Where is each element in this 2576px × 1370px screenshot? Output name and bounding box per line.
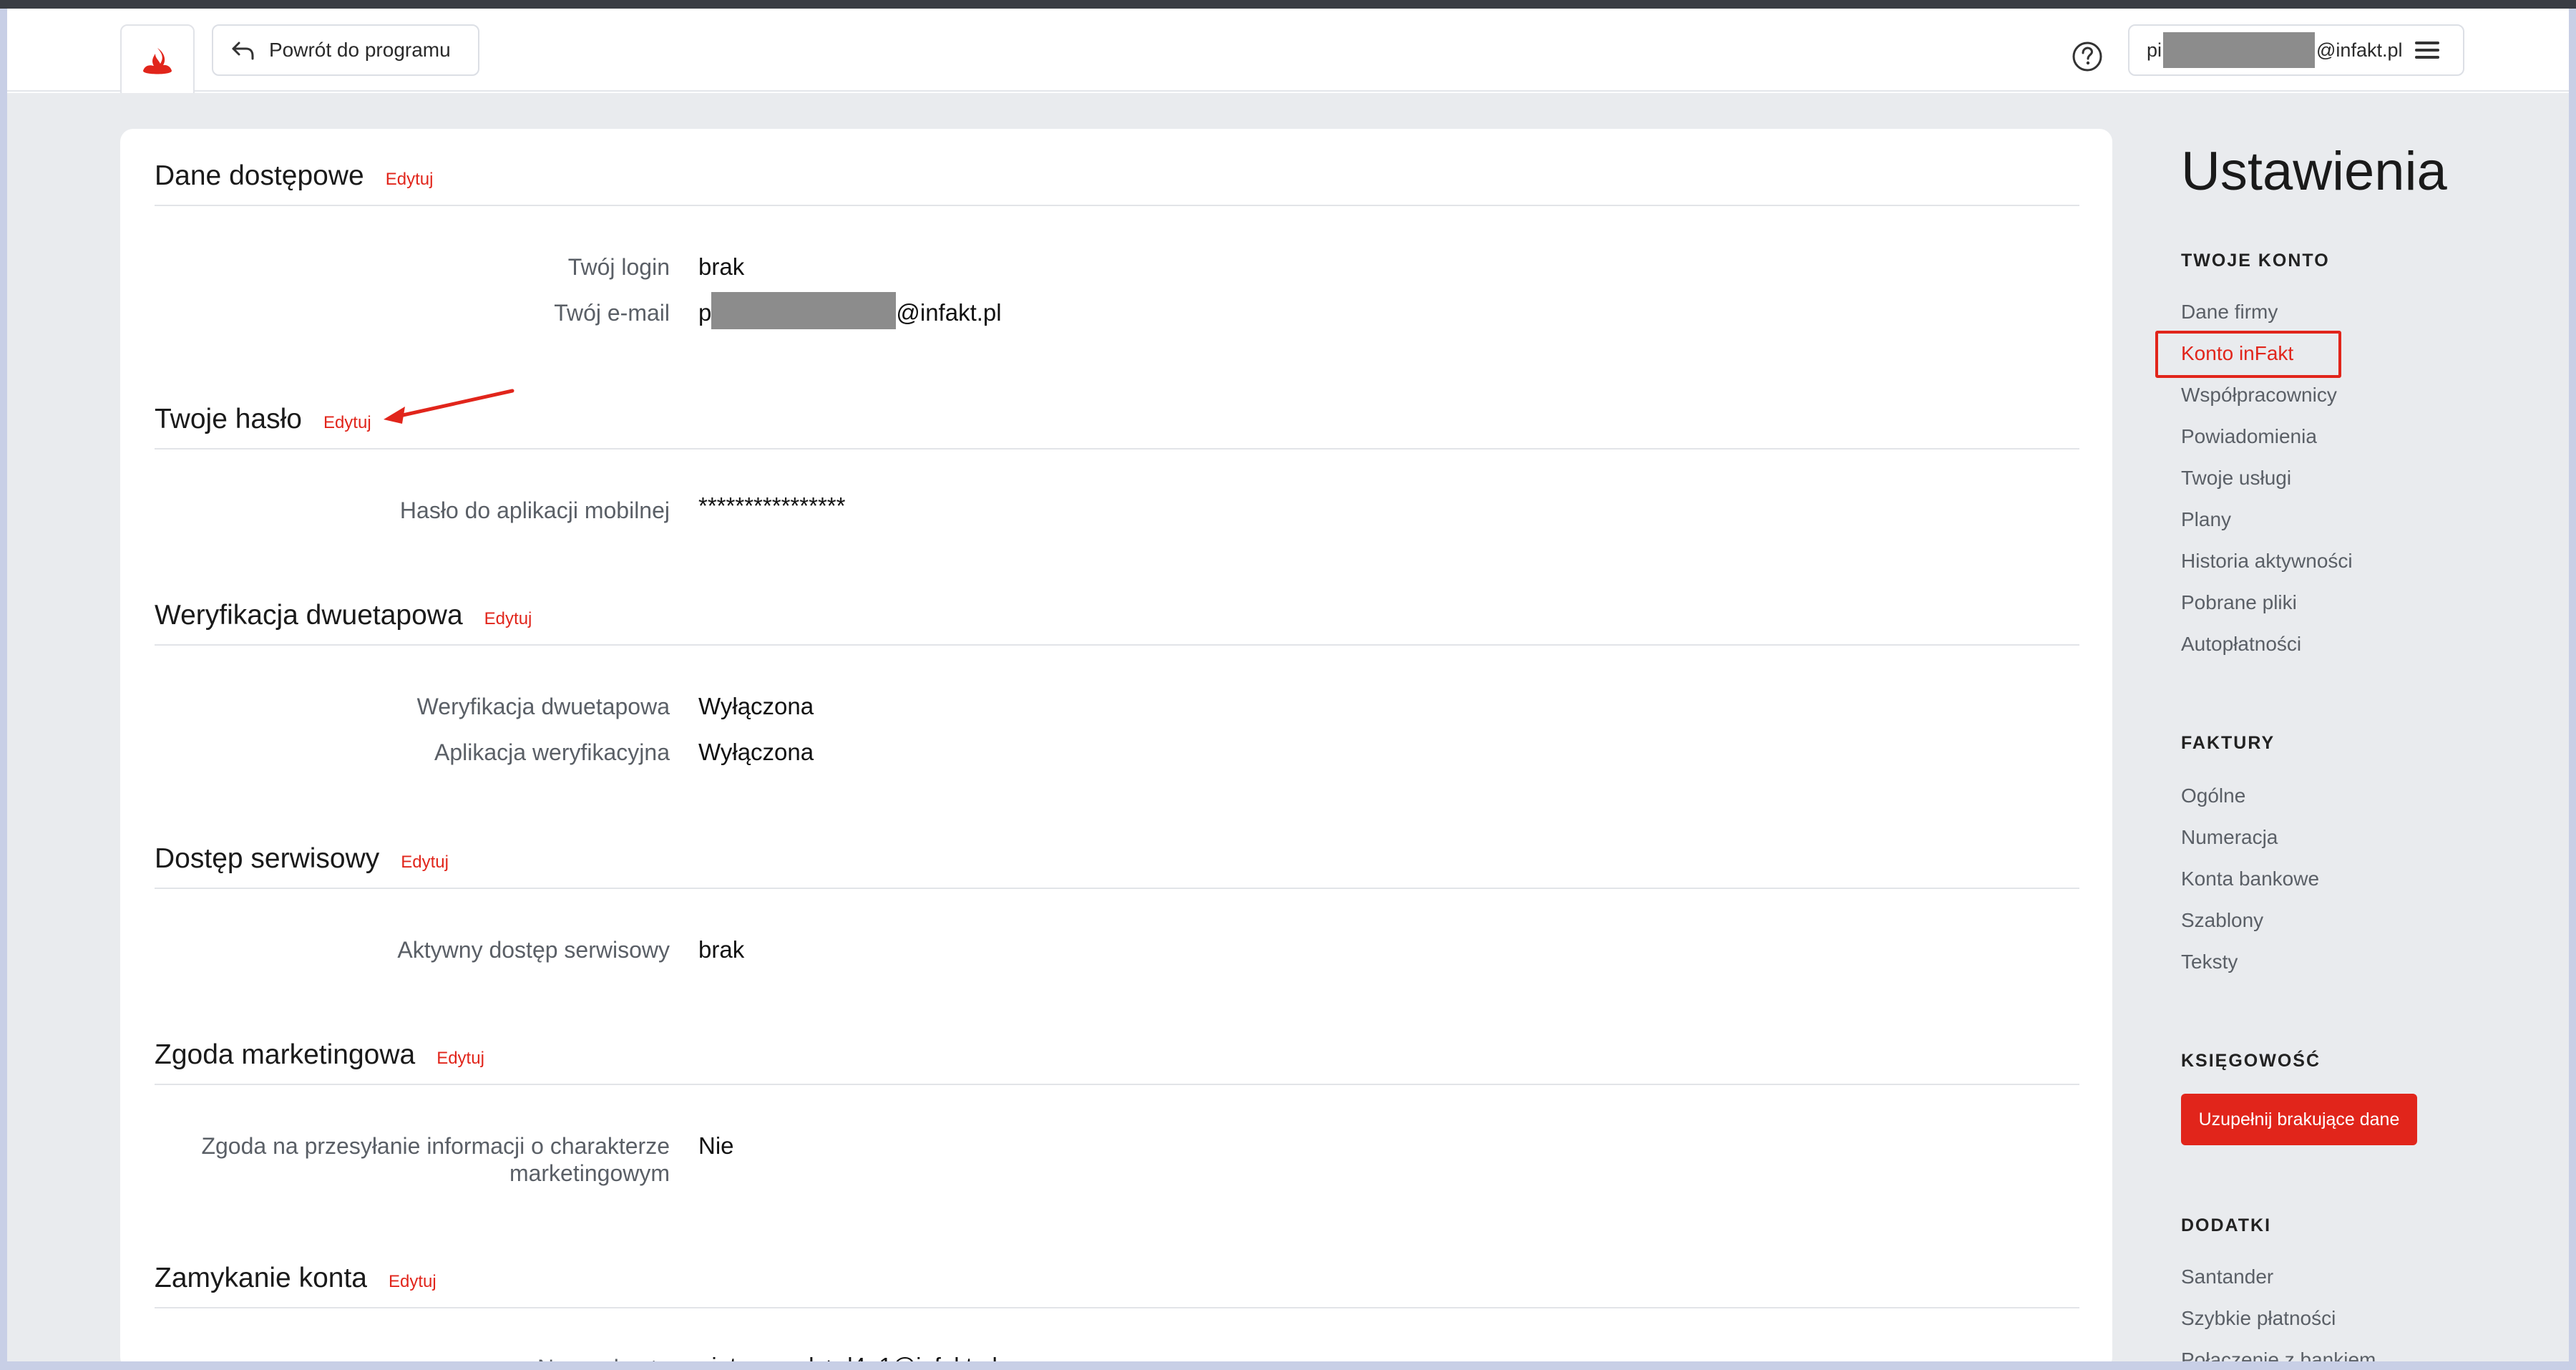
- email-suffix: @infakt.pl: [896, 299, 1002, 326]
- hamburger-menu-icon: [2415, 42, 2440, 59]
- user-menu-button[interactable]: pi @infakt.pl: [2128, 24, 2464, 76]
- sidebar-item-powiadomienia[interactable]: Powiadomienia: [2181, 425, 2317, 448]
- fill-missing-data-button[interactable]: Uzupełnij brakujące dane: [2181, 1094, 2417, 1145]
- section-dane-dostepowe: Dane dostępowe Edytuj: [155, 160, 433, 192]
- sidebar-item-numeracja[interactable]: Numeracja: [2181, 826, 2278, 849]
- edit-dane-link[interactable]: Edytuj: [386, 170, 434, 190]
- redacted-block: [711, 292, 897, 330]
- sidebar-item-pobrane-pliki[interactable]: Pobrane pliki: [2181, 591, 2297, 614]
- back-button-label: Powrót do programu: [269, 39, 451, 61]
- back-to-program-button[interactable]: Powrót do programu: [212, 24, 479, 76]
- sidebar-item-wspolpracownicy[interactable]: Współpracownicy: [2181, 384, 2337, 407]
- sidebar-item-szablony[interactable]: Szablony: [2181, 909, 2263, 932]
- ksiegowosc-heading: KSIĘGOWOŚĆ: [2181, 1051, 2321, 1071]
- service-access-label: Aktywny dostęp serwisowy: [397, 937, 670, 963]
- login-value: brak: [698, 253, 745, 280]
- sidebar-item-teksty[interactable]: Teksty: [2181, 951, 2238, 973]
- edit-weryfikacja-link[interactable]: Edytuj: [484, 609, 532, 629]
- window-frame-left: [0, 9, 7, 1370]
- help-icon[interactable]: [2071, 40, 2104, 73]
- twofa-value: Wyłączona: [698, 693, 814, 719]
- section-title: Twoje hasło: [155, 404, 302, 434]
- edit-serwis-link[interactable]: Edytuj: [401, 852, 449, 873]
- email-value: p @infakt.pl: [698, 292, 1002, 330]
- dodatki-heading: DODATKI: [2181, 1215, 2272, 1235]
- sidebar-item-historia[interactable]: Historia aktywności: [2181, 550, 2353, 573]
- annotation-arrow-icon: [384, 389, 514, 424]
- section-title: Dane dostępowe: [155, 160, 364, 191]
- faktury-heading: FAKTURY: [2181, 733, 2275, 753]
- mobile-password-label: Hasło do aplikacji mobilnej: [399, 497, 670, 523]
- section-zgoda-marketingowa: Zgoda marketingowa Edytuj: [155, 1039, 484, 1071]
- user-email-prefix: pi: [2147, 39, 2162, 61]
- section-title: Dostęp serwisowy: [155, 843, 380, 874]
- section-twoje-haslo: Twoje hasło Edytuj: [155, 404, 371, 435]
- divider: [155, 888, 2079, 889]
- twoje-konto-heading: TWOJE KONTO: [2181, 251, 2330, 271]
- divider: [155, 644, 2079, 646]
- edit-zgoda-link[interactable]: Edytuj: [436, 1049, 484, 1069]
- divider: [155, 1084, 2079, 1085]
- auth-app-value: Wyłączona: [698, 739, 814, 765]
- window-frame-bottom: [0, 1361, 2576, 1370]
- santander-logo[interactable]: [120, 24, 195, 99]
- redacted-block: [2163, 32, 2316, 68]
- settings-card: [120, 129, 2112, 1370]
- twofa-label: Weryfikacja dwuetapowa: [416, 694, 670, 719]
- section-title: Zamykanie konta: [155, 1263, 367, 1293]
- sidebar-item-szybkie-platnosci[interactable]: Szybkie płatności: [2181, 1307, 2336, 1330]
- email-label: Twój e-mail: [554, 300, 670, 326]
- login-label: Twój login: [567, 254, 670, 280]
- divider: [155, 205, 2079, 206]
- email-prefix: p: [698, 299, 712, 326]
- sidebar-item-konta-bankowe[interactable]: Konta bankowe: [2181, 868, 2319, 890]
- divider: [155, 1307, 2079, 1308]
- section-title: Zgoda marketingowa: [155, 1039, 416, 1070]
- service-access-value: brak: [698, 936, 745, 963]
- edit-haslo-link[interactable]: Edytuj: [323, 413, 371, 433]
- divider: [155, 448, 2079, 450]
- sidebar-item-plany[interactable]: Plany: [2181, 508, 2231, 531]
- mobile-password-value: ****************: [698, 492, 846, 519]
- consent-value: Nie: [698, 1132, 734, 1159]
- settings-title: Ustawienia: [2181, 141, 2447, 202]
- user-email-suffix: @infakt.pl: [2316, 39, 2403, 61]
- sidebar-item-santander[interactable]: Santander: [2181, 1265, 2273, 1288]
- window-frame-top: [0, 0, 2576, 9]
- sidebar-item-dane-firmy[interactable]: Dane firmy: [2181, 301, 2278, 324]
- flame-icon: [143, 48, 172, 74]
- undo-arrow-icon: [232, 42, 254, 60]
- section-weryfikacja: Weryfikacja dwuetapowa Edytuj: [155, 600, 532, 631]
- top-bar: Powrót do programu pi @infakt.pl: [7, 9, 2569, 99]
- edit-zamykanie-link[interactable]: Edytuj: [389, 1272, 436, 1292]
- consent-label-line2: marketingowym: [509, 1160, 670, 1186]
- section-dostep-serwisowy: Dostęp serwisowy Edytuj: [155, 843, 449, 875]
- auth-app-label: Aplikacja weryfikacyjna: [434, 739, 670, 765]
- consent-label-line1: Zgoda na przesyłanie informacji o charak…: [201, 1133, 670, 1159]
- window-frame-right: [2569, 9, 2576, 1370]
- sidebar-item-autoplatnosci[interactable]: Autopłatności: [2181, 633, 2301, 656]
- sidebar-item-ogolne[interactable]: Ogólne: [2181, 784, 2245, 807]
- section-zamykanie-konta: Zamykanie konta Edytuj: [155, 1263, 436, 1294]
- section-title: Weryfikacja dwuetapowa: [155, 600, 463, 631]
- sidebar-item-konto-infakt[interactable]: Konto inFakt: [2181, 342, 2293, 365]
- sidebar-item-twoje-uslugi[interactable]: Twoje usługi: [2181, 467, 2291, 490]
